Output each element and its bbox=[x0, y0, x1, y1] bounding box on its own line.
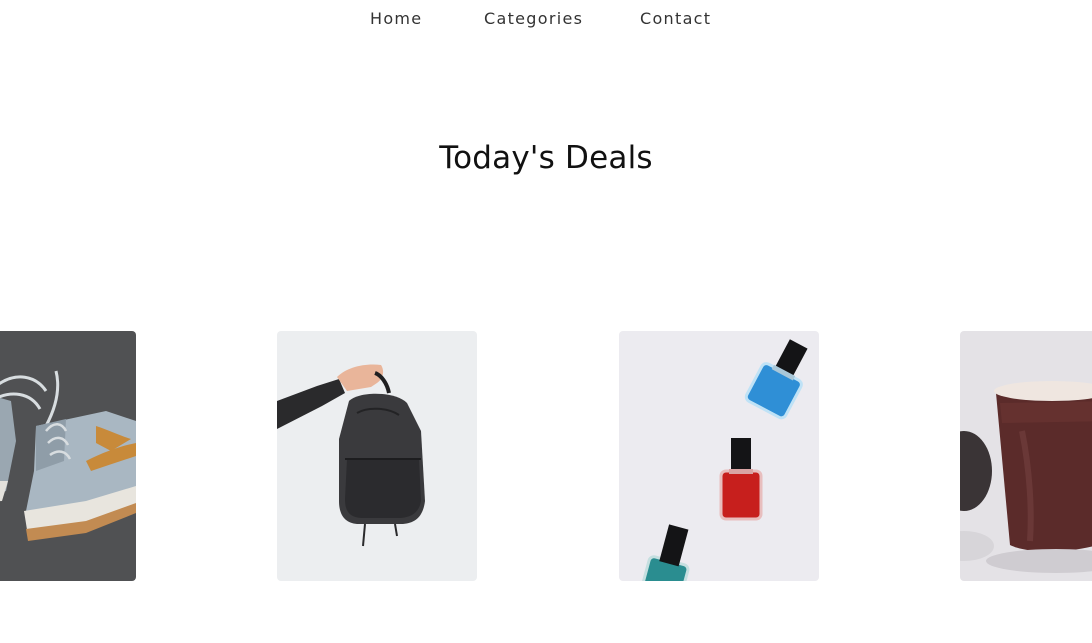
page-title: Today's Deals bbox=[439, 140, 653, 176]
nav-link-categories[interactable]: Categories bbox=[484, 9, 583, 28]
product-card-backpack[interactable] bbox=[277, 331, 477, 581]
nav-link-home[interactable]: Home bbox=[370, 9, 422, 28]
product-card-mug[interactable] bbox=[960, 331, 1092, 581]
nail-polish-image bbox=[619, 331, 819, 581]
product-card-nail-polish[interactable] bbox=[619, 331, 819, 581]
main-nav: Home Categories Contact bbox=[0, 0, 1092, 40]
nav-link-contact[interactable]: Contact bbox=[640, 9, 711, 28]
mug-image bbox=[960, 331, 1092, 581]
deals-carousel bbox=[0, 331, 1092, 581]
product-card-sneakers[interactable] bbox=[0, 331, 136, 581]
backpack-image bbox=[277, 331, 477, 581]
sneakers-image bbox=[0, 331, 136, 581]
